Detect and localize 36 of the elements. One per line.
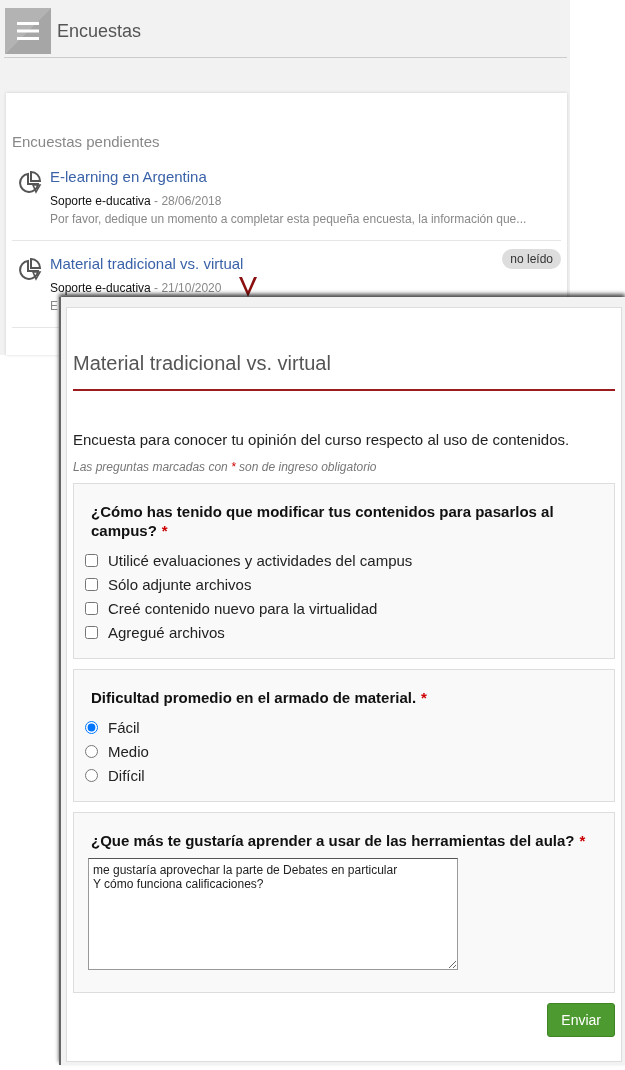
question-text: ¿Cómo has tenido que modificar tus contenidos para pasarlos al campus? * (90, 502, 555, 540)
answer-field[interactable]: me gustaría aprovechar la parte de Debates en particular Y cómo funciona calificaciones? (88, 858, 458, 970)
survey-meta: Soporte e-ducativa - 21/10/2020 (50, 281, 222, 295)
radio-button[interactable] (85, 744, 98, 758)
option-label: Utilicé evaluaciones y actividades del campus (108, 551, 413, 569)
checkbox[interactable] (85, 601, 98, 615)
pointer-icon (238, 276, 258, 298)
option-label: Medio (108, 742, 149, 760)
survey-title: Material tradicional vs. virtual (73, 352, 615, 391)
page-title: Encuestas (57, 20, 142, 42)
checkbox[interactable] (85, 553, 98, 567)
option-label: Creé contenido nuevo para la virtualidad (108, 599, 378, 617)
menu-icon (17, 22, 39, 40)
survey-description: Por favor, dedique un momento a completar esta pequeña encuesta, la información que... (50, 212, 527, 226)
checkbox[interactable] (85, 577, 98, 591)
survey-link[interactable]: E-learning en Argentina (50, 168, 207, 185)
pie-chart-icon (18, 257, 42, 281)
question-text: ¿Que más te gustaría aprender a usar de las herramientas del aula? * (90, 831, 587, 850)
radio-button[interactable] (85, 768, 98, 782)
submit-button[interactable]: Enviar (547, 1003, 615, 1037)
unread-badge: no leído (502, 249, 561, 269)
question-text: Dificultad promedio en el armado de material. * (90, 688, 428, 707)
option-label: Difícil (108, 766, 145, 784)
option-label: Sólo adjunte archivos (108, 575, 252, 593)
survey-meta: Soporte e-ducativa - 28/06/2018 (50, 194, 222, 208)
survey-link[interactable]: Material tradicional vs. virtual (50, 255, 244, 272)
required-note: Las preguntas marcadas con * son de ingreso obligatorio (73, 460, 378, 474)
pie-chart-icon (18, 170, 42, 194)
section-heading: Encuestas pendientes (12, 133, 161, 150)
option-label: Fácil (108, 718, 140, 736)
survey-description: E (50, 299, 58, 313)
option-label: Agregué archivos (108, 623, 225, 641)
checkbox[interactable] (85, 625, 98, 639)
menu-button[interactable] (5, 8, 51, 54)
radio-button[interactable] (85, 720, 98, 734)
survey-description: Encuesta para conocer tu opinión del curso respecto al uso de contenidos. (73, 431, 571, 448)
